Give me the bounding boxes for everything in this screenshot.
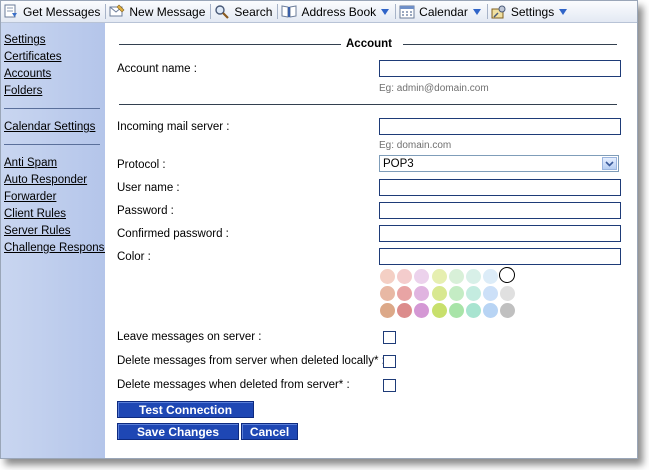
color-swatch[interactable] [380,303,395,318]
color-swatch[interactable] [397,303,413,318]
protocol-label: Protocol : [117,159,166,171]
sidebar-link-challenge-response[interactable]: Challenge Response [4,242,111,254]
color-swatch[interactable] [431,269,447,284]
toolbar-separator [105,4,107,19]
app-window: Get Messages New Message Search Address … [0,0,638,459]
color-swatch[interactable] [431,286,447,301]
color-swatch[interactable] [448,286,464,301]
incoming-server-hint: Eg: domain.com [379,140,452,151]
chevron-down-icon [605,160,614,167]
color-swatch[interactable] [397,269,413,284]
color-swatch[interactable] [380,269,395,284]
sidebar-divider [4,108,100,109]
color-label: Color : [117,251,151,263]
incoming-server-input[interactable] [379,118,621,135]
color-swatch[interactable] [431,303,447,318]
delete-locally-checkbox[interactable] [383,355,396,368]
delete-from-server-checkbox[interactable] [383,379,396,392]
color-swatch[interactable] [500,286,516,301]
color-swatch[interactable] [466,286,481,301]
toolbar: Get Messages New Message Search Address … [1,1,637,23]
section-rule-left [119,44,341,45]
sidebar-link-certificates[interactable]: Certificates [4,51,62,63]
protocol-value: POP3 [383,157,414,170]
search-label: Search [234,4,273,19]
settings-button[interactable]: Settings [489,1,572,22]
section-rule-right [403,44,617,45]
sidebar: Settings Certificates Accounts Folders C… [1,23,111,458]
toolbar-separator [395,4,397,19]
new-message-label: New Message [129,4,206,19]
form-divider [119,104,617,105]
section-title: Account [346,38,392,50]
settings-icon [491,5,506,19]
settings-dropdown-icon[interactable] [558,7,568,17]
sidebar-link-calendar-settings[interactable]: Calendar Settings [4,121,95,133]
calendar-button[interactable]: Calendar [397,1,486,22]
sidebar-link-accounts[interactable]: Accounts [4,68,51,80]
delete-locally-label: Delete messages from server when deleted… [117,355,385,367]
sidebar-link-forwarder[interactable]: Forwarder [4,191,56,203]
calendar-dropdown-icon[interactable] [472,7,482,17]
get-messages-icon [4,4,17,18]
color-swatch[interactable] [483,269,499,284]
color-swatch[interactable] [483,286,499,301]
sidebar-link-server-rules[interactable]: Server Rules [4,225,70,237]
address-book-dropdown-icon[interactable] [380,7,390,17]
calendar-label: Calendar [419,4,468,19]
sidebar-divider [4,144,100,145]
color-swatch[interactable] [414,303,430,318]
color-swatch[interactable] [466,303,481,318]
color-swatch[interactable] [448,303,464,318]
username-label: User name : [117,182,180,194]
account-name-hint: Eg: admin@domain.com [379,83,489,94]
account-name-label: Account name : [117,63,197,75]
color-swatch[interactable] [414,286,430,301]
protocol-dropdown-button[interactable] [602,157,617,170]
account-form: Account Account name : Eg: admin@domain.… [105,23,637,458]
password-label: Password : [117,205,174,217]
calendar-icon [399,5,415,19]
confirmed-password-label: Confirmed password : [117,228,229,240]
color-swatch-selected[interactable] [499,267,516,283]
color-swatch[interactable] [500,303,516,318]
toolbar-separator [210,4,212,19]
settings-label: Settings [510,4,555,19]
get-messages-label: Get Messages [23,4,101,19]
get-messages-button[interactable]: Get Messages [1,1,104,22]
sidebar-link-auto-responder[interactable]: Auto Responder [4,174,87,186]
incoming-server-label: Incoming mail server : [117,121,230,133]
search-button[interactable]: Search [212,1,276,22]
address-book-button[interactable]: Address Book [279,1,394,22]
sidebar-link-settings[interactable]: Settings [4,34,46,46]
toolbar-separator [277,4,279,19]
test-connection-button[interactable]: Test Connection [117,401,254,418]
color-input[interactable] [379,248,621,265]
confirmed-password-input[interactable] [379,225,621,242]
password-input[interactable] [379,202,621,219]
delete-from-server-label: Delete messages when deleted from server… [117,379,350,391]
sidebar-link-folders[interactable]: Folders [4,85,42,97]
sidebar-link-client-rules[interactable]: Client Rules [4,208,66,220]
color-swatch[interactable] [414,269,430,284]
username-input[interactable] [379,179,621,196]
new-message-button[interactable]: New Message [107,1,209,22]
new-message-icon [109,4,125,17]
leave-messages-label: Leave messages on server : [117,331,262,343]
color-swatch[interactable] [483,303,499,318]
color-swatch[interactable] [448,269,464,284]
address-book-icon [281,5,297,18]
save-changes-button[interactable]: Save Changes [117,423,239,440]
account-name-input[interactable] [379,60,621,77]
leave-messages-checkbox[interactable] [383,331,396,344]
color-swatch[interactable] [380,286,395,301]
search-icon [215,5,230,19]
protocol-select[interactable]: POP3 [379,155,619,172]
color-swatch[interactable] [466,269,481,284]
cancel-button[interactable]: Cancel [241,423,298,440]
address-book-label: Address Book [301,4,377,19]
toolbar-separator [486,4,488,19]
sidebar-link-anti-spam[interactable]: Anti Spam [4,157,57,169]
color-swatch[interactable] [397,286,413,301]
